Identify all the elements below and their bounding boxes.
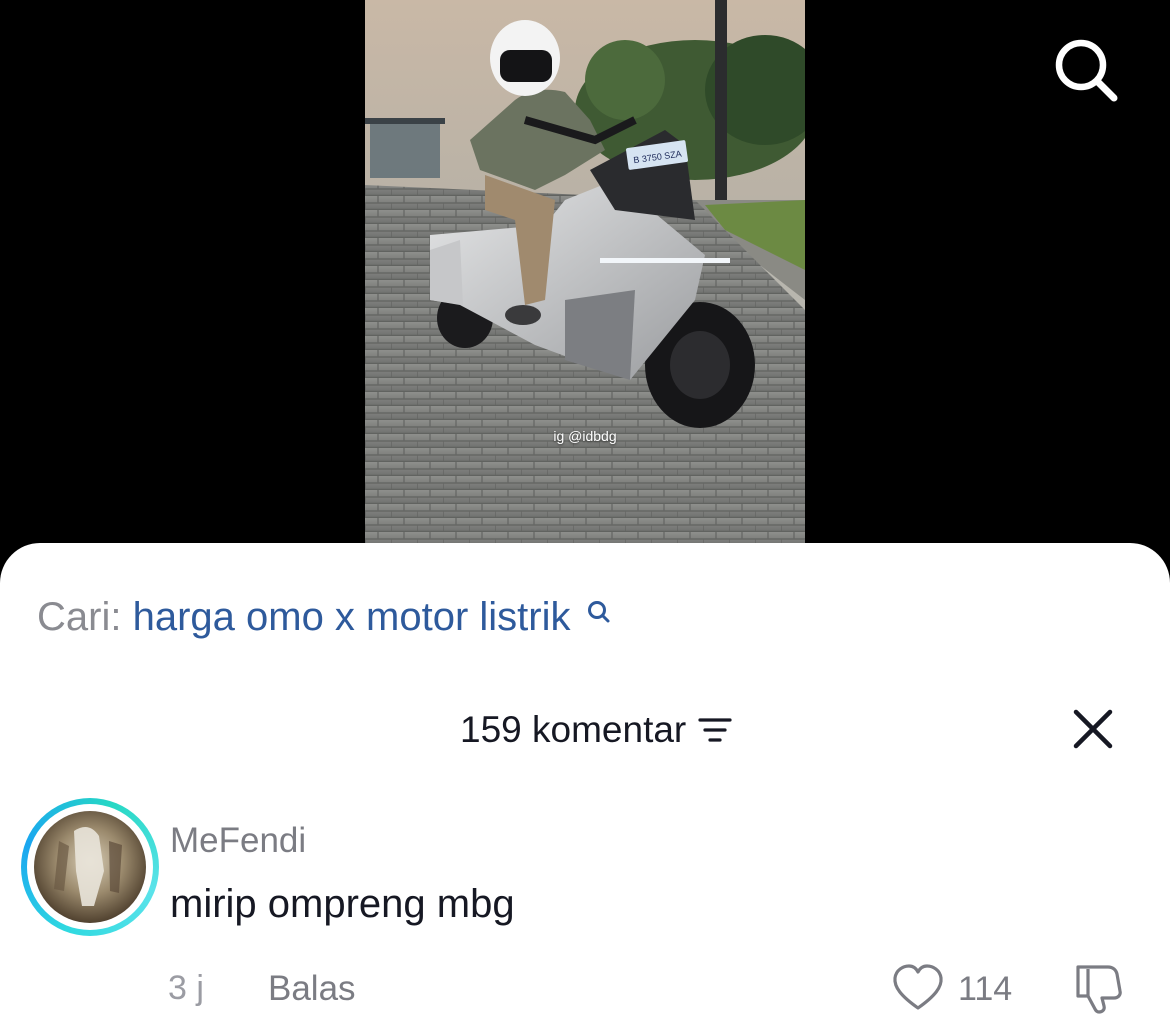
comments-sheet: Cari: harga omo x motor listrik 159 kome… (0, 543, 1170, 1023)
search-icon (1055, 39, 1118, 102)
video-watermark: ig @idbdg (553, 428, 617, 444)
search-icon (587, 601, 610, 623)
search-button[interactable] (1050, 34, 1122, 106)
comment-timestamp: 3 j (168, 969, 204, 1007)
comment-item: MeFendi mirip ompreng mbg 3 j Balas 114 (0, 795, 1170, 1023)
like-count: 114 (958, 970, 1013, 1008)
comments-header: 159 komentar (0, 709, 1170, 757)
thumbs-down-icon (1076, 965, 1122, 1014)
video-thumbnail: B 3750 SZA (365, 0, 805, 545)
close-icon (1073, 709, 1113, 749)
comment-username[interactable]: MeFendi (170, 821, 306, 861)
avatar[interactable] (21, 798, 159, 936)
comment-sort-button[interactable]: 159 komentar (460, 709, 732, 751)
like-button[interactable] (891, 963, 945, 1013)
comment-text: mirip ompreng mbg (170, 882, 515, 926)
search-suggestion-prefix: Cari: (37, 595, 122, 639)
heart-icon (893, 964, 943, 1010)
avatar-image (34, 811, 146, 923)
search-suggestion-query[interactable]: harga omo x motor listrik (133, 595, 571, 639)
reply-button[interactable]: Balas (268, 969, 356, 1009)
dislike-button[interactable] (1070, 961, 1126, 1015)
video-player[interactable]: B 3750 SZA ig @idbdg (0, 0, 1170, 560)
comment-count-label: 159 komentar (460, 709, 687, 750)
search-suggestion[interactable]: Cari: harga omo x motor listrik (37, 595, 612, 640)
close-button[interactable] (1068, 704, 1118, 754)
filter-lines-icon (698, 718, 732, 742)
video-frame[interactable]: B 3750 SZA ig @idbdg (365, 0, 805, 545)
